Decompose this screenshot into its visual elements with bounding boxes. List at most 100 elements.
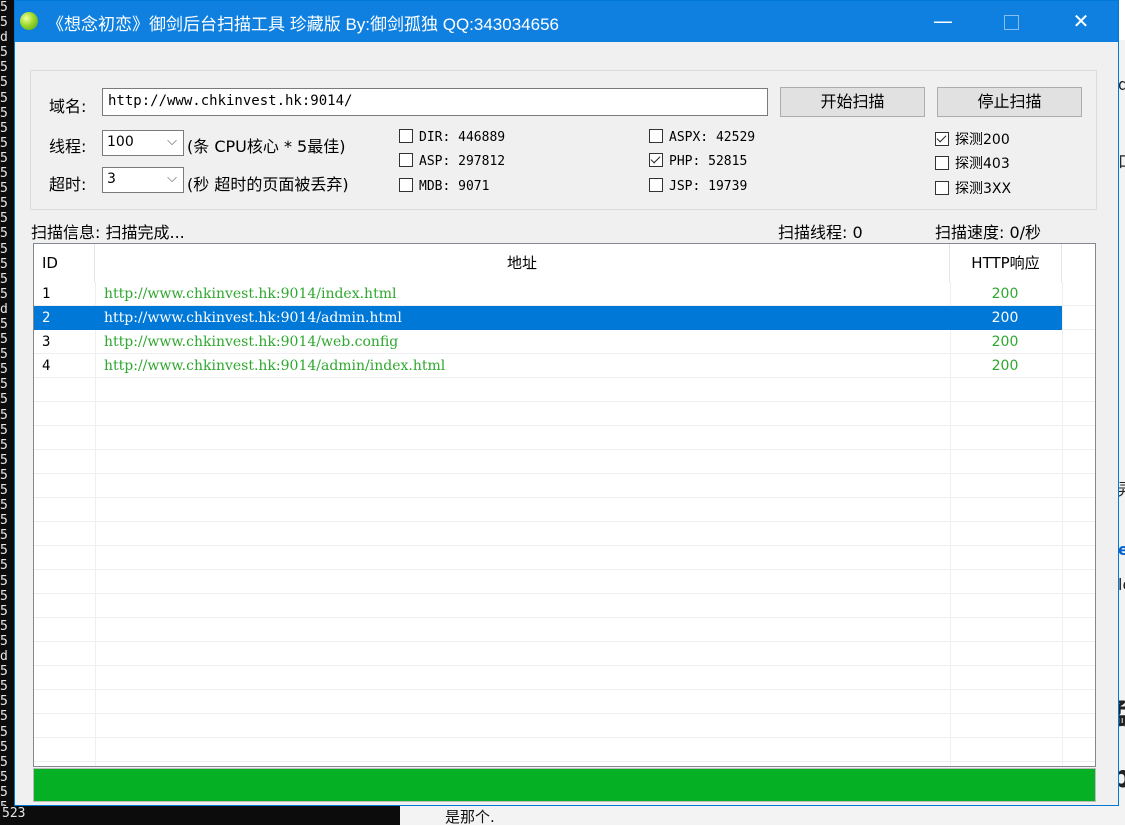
dict-aspx-checkbox[interactable]: ASPX: 42529 [649, 129, 755, 145]
background-glyph: d: [1118, 75, 1125, 94]
row-gridline [34, 713, 1095, 714]
scan-speed-text: 扫描速度: 0/秒 [935, 223, 1042, 242]
background-terminal-line: 5 [0, 362, 8, 378]
row-id: 3 [42, 334, 51, 350]
background-terminal-line: 5 [0, 377, 8, 393]
background-terminal-line: 5 [0, 120, 8, 136]
scan-progress-fill [34, 769, 1095, 801]
row-http-code: 200 [991, 310, 1019, 326]
chevron-down-icon: ⌵ [167, 134, 177, 149]
maximize-button[interactable] [988, 1, 1034, 42]
table-row[interactable]: 3 http://www.chkinvest.hk:9014/web.config… [34, 330, 1062, 354]
background-terminal-line: 5 [0, 437, 8, 453]
timeout-select[interactable]: 3 ⌵ [102, 167, 184, 193]
background-glyph: lo [1118, 575, 1125, 594]
stop-scan-button[interactable]: 停止扫描 [937, 87, 1082, 117]
background-terminal-line: 5 [0, 15, 8, 31]
scan-info-text: 扫描信息: 扫描完成... [31, 223, 185, 242]
background-terminal-line: 5 [0, 709, 8, 725]
row-http-code: 200 [991, 334, 1019, 350]
domain-input[interactable]: http://www.chkinvest.hk:9014/ [102, 88, 768, 116]
dict-label: DIR: 446889 [419, 130, 506, 145]
results-table[interactable]: ID 地址 HTTP响应 1 http://www.chkinvest.hk:90… [33, 243, 1096, 767]
dict-label: ASP: 297812 [419, 154, 506, 169]
background-terminal-line: 5 [0, 679, 8, 695]
background-terminal-line: 5 [0, 543, 8, 559]
background-terminal-line: 5 [0, 558, 8, 574]
background-terminal-line: 5 [0, 226, 8, 242]
minimize-button[interactable]: — [920, 1, 966, 42]
row-url: http://www.chkinvest.hk:9014/index.html [104, 286, 397, 302]
background-terminal-line: 5 [0, 588, 8, 604]
dict-php-checkbox[interactable]: PHP: 52815 [649, 153, 747, 169]
row-http-code: 200 [991, 286, 1019, 302]
background-terminal-line: d [0, 649, 8, 665]
background-terminal-line: 5 [0, 573, 8, 589]
background-terminal-line: 5 [0, 498, 8, 514]
background-terminal-line: 5 [0, 784, 8, 800]
row-id: 4 [42, 358, 51, 374]
row-gridline [34, 521, 1095, 522]
background-terminal-line: 5 [0, 467, 8, 483]
background-terminal-line: 5 [0, 135, 8, 151]
dict-label: MDB: 9071 [419, 179, 490, 194]
domain-label: 域名: [49, 97, 87, 116]
background-glyph: 口 [1118, 148, 1125, 172]
threads-hint: (条 CPU核心 * 5最佳) [187, 137, 346, 156]
column-header-http[interactable]: HTTP响应 [950, 244, 1062, 282]
row-url: http://www.chkinvest.hk:9014/admin.html [104, 310, 402, 326]
start-scan-button[interactable]: 开始扫描 [780, 87, 925, 117]
dict-dir-checkbox[interactable]: DIR: 446889 [399, 129, 505, 145]
checkbox-box [935, 132, 949, 146]
table-row[interactable]: 4 http://www.chkinvest.hk:9014/admin/inde… [34, 354, 1062, 378]
row-url: http://www.chkinvest.hk:9014/admin/index… [104, 358, 446, 374]
checkbox-box [399, 178, 413, 192]
row-gridline [34, 665, 1095, 666]
dict-asp-checkbox[interactable]: ASP: 297812 [399, 153, 505, 169]
row-gridline [34, 449, 1095, 450]
row-gridline [34, 761, 1095, 762]
background-terminal-line: 5 [0, 75, 8, 91]
probe-403-checkbox[interactable]: 探测403 [935, 153, 1010, 173]
column-header-url[interactable]: 地址 [95, 244, 950, 282]
table-row[interactable]: 2 http://www.chkinvest.hk:9014/admin.html… [34, 306, 1062, 330]
row-url: http://www.chkinvest.hk:9014/web.config [104, 334, 399, 350]
row-gridline [34, 737, 1095, 738]
column-gridline [1062, 282, 1063, 766]
row-id: 1 [42, 286, 51, 302]
dict-label: PHP: 52815 [669, 154, 748, 169]
timeout-value: 3 [107, 171, 116, 187]
background-terminal-line: 5 [0, 105, 8, 121]
background-terminal-line: 5 [0, 271, 8, 287]
background-terminal-line: 5 [0, 316, 8, 332]
checkbox-box [649, 153, 663, 167]
title-bar[interactable]: 《想念初恋》御剑后台扫描工具 珍藏版 By:御剑孤独 QQ:343034656 … [15, 1, 1118, 42]
row-gridline [34, 641, 1095, 642]
checkbox-box [935, 181, 949, 195]
probe-3xx-checkbox[interactable]: 探测3XX [935, 178, 1011, 198]
probe-label: 探测403 [955, 156, 1010, 172]
timeout-label: 超时: [49, 175, 87, 194]
background-terminal-line: 5 [0, 286, 8, 302]
background-terminal-line: 5 [0, 633, 8, 649]
row-http-code: 200 [991, 358, 1019, 374]
background-terminal-line: 5 [0, 452, 8, 468]
column-header-id[interactable]: ID [34, 244, 95, 282]
background-terminal-line: 5 [0, 483, 8, 498]
threads-select[interactable]: 100 ⌵ [102, 130, 184, 156]
chevron-down-icon: ⌵ [167, 171, 177, 186]
probe-label: 探测3XX [955, 181, 1012, 197]
window-title: 《想念初恋》御剑后台扫描工具 珍藏版 By:御剑孤独 QQ:343034656 [47, 15, 559, 34]
close-button[interactable]: ✕ [1058, 1, 1104, 42]
background-terminal-line: 5 [0, 407, 8, 423]
threads-value: 100 [107, 134, 134, 150]
background-terminal-line: 5 [0, 513, 8, 529]
table-row[interactable]: 1 http://www.chkinvest.hk:9014/index.html… [34, 282, 1062, 306]
dict-jsp-checkbox[interactable]: JSP: 19739 [649, 178, 747, 194]
row-gridline [34, 593, 1095, 594]
dict-mdb-checkbox[interactable]: MDB: 9071 [399, 178, 489, 194]
background-terminal-line: 5 [0, 332, 8, 348]
background-terminal-line: 5 [0, 724, 8, 740]
probe-200-checkbox[interactable]: 探测200 [935, 129, 1010, 149]
background-terminal-line: 5 [0, 422, 8, 438]
